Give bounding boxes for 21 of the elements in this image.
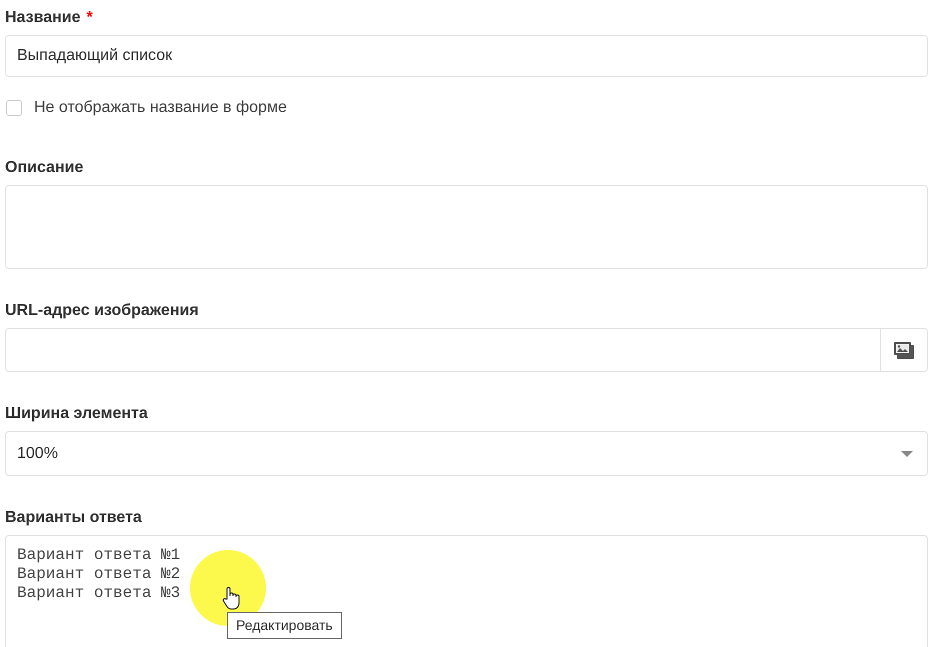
select-value: 100% xyxy=(17,444,58,464)
dropdown-caret-icon xyxy=(901,450,913,456)
url-input[interactable] xyxy=(5,328,881,372)
checkbox[interactable] xyxy=(6,100,22,116)
option-line: Вариант ответа №2 xyxy=(17,565,180,584)
name-input[interactable]: Выпадающий список xyxy=(5,35,928,77)
field-label: Название xyxy=(5,8,81,28)
option-line: Вариант ответа №3 xyxy=(17,584,180,603)
width-select[interactable]: 100% xyxy=(5,431,928,476)
hand-cursor-icon xyxy=(222,586,240,610)
images-icon xyxy=(894,342,914,358)
checkbox-label[interactable]: Не отображать название в форме xyxy=(34,96,287,120)
field-label: Варианты ответа xyxy=(5,508,142,528)
required-asterisk: * xyxy=(86,8,93,28)
option-line: Вариант ответа №1 xyxy=(17,546,180,565)
field-label: Описание xyxy=(5,158,84,178)
tooltip: Редактировать xyxy=(227,612,342,639)
description-textarea[interactable] xyxy=(5,185,928,269)
field-label: URL-адрес изображения xyxy=(5,301,199,321)
field-label: Ширина элемента xyxy=(5,404,148,424)
image-picker-button[interactable] xyxy=(881,328,928,372)
